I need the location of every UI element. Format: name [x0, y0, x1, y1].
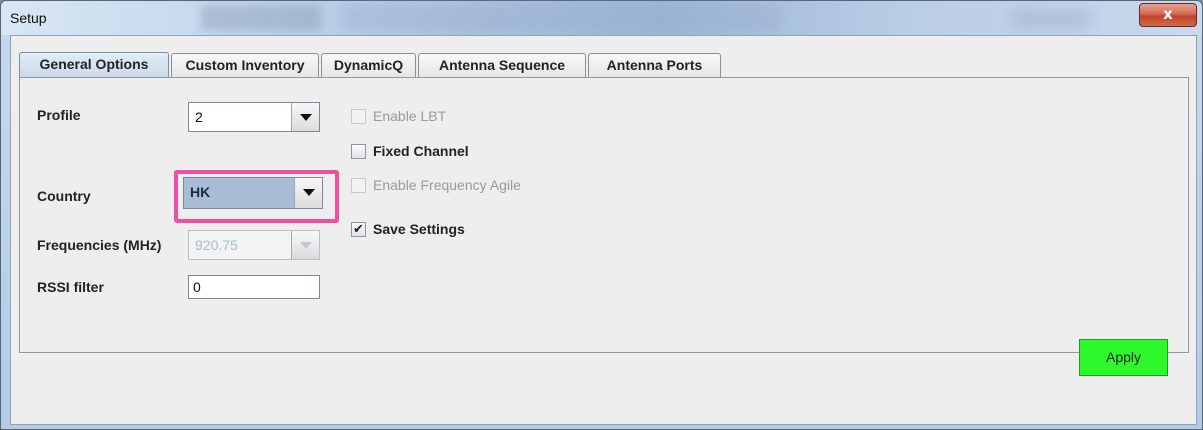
- profile-value: 2: [195, 109, 203, 125]
- chevron-down-icon[interactable]: [291, 231, 319, 259]
- highlight-box: [174, 170, 339, 223]
- frequencies-select[interactable]: 920.75: [188, 230, 320, 260]
- tab-general-options[interactable]: General Options: [19, 52, 169, 78]
- background-blur: [201, 5, 321, 31]
- enable-lbt-label: Enable LBT: [373, 108, 447, 124]
- tab-dynamicq[interactable]: DynamicQ: [321, 53, 416, 77]
- window-title: Setup: [10, 10, 47, 26]
- chevron-down-icon[interactable]: [291, 103, 319, 131]
- rssi-label: RSSI filter: [37, 279, 104, 295]
- tab-label: DynamicQ: [333, 57, 404, 73]
- checkmark-icon[interactable]: ✔: [351, 222, 366, 237]
- background-blur: [341, 5, 781, 31]
- frequencies-label: Frequencies (MHz): [37, 237, 162, 253]
- tab-label: Custom Inventory: [185, 57, 305, 73]
- tab-label: General Options: [39, 56, 149, 72]
- fixed-channel-label: Fixed Channel: [373, 143, 469, 159]
- rssi-filter-input[interactable]: 0: [188, 275, 320, 299]
- close-button[interactable]: x: [1139, 3, 1197, 27]
- title-bar[interactable]: Setup x: [1, 1, 1202, 35]
- frequencies-value: 920.75: [195, 237, 238, 253]
- profile-label: Profile: [37, 107, 81, 123]
- save-settings-label: Save Settings: [373, 221, 465, 237]
- tab-custom-inventory[interactable]: Custom Inventory: [171, 53, 319, 77]
- apply-button[interactable]: Apply: [1079, 339, 1168, 376]
- tab-antenna-ports[interactable]: Antenna Ports: [588, 53, 721, 77]
- tab-label: Antenna Ports: [606, 57, 703, 73]
- checkbox-box[interactable]: [351, 144, 366, 159]
- tab-antenna-sequence[interactable]: Antenna Sequence: [418, 53, 586, 77]
- tab-label: Antenna Sequence: [438, 57, 566, 73]
- enable-frequency-agile-label: Enable Frequency Agile: [373, 177, 521, 193]
- checkbox-box[interactable]: [351, 109, 366, 124]
- checkbox-box[interactable]: [351, 178, 366, 193]
- country-label: Country: [37, 188, 91, 204]
- profile-select[interactable]: 2: [188, 102, 320, 132]
- background-blur: [1011, 9, 1091, 29]
- close-icon: x: [1163, 5, 1173, 23]
- setup-window: Setup x General Options Custom Inventory…: [0, 0, 1203, 430]
